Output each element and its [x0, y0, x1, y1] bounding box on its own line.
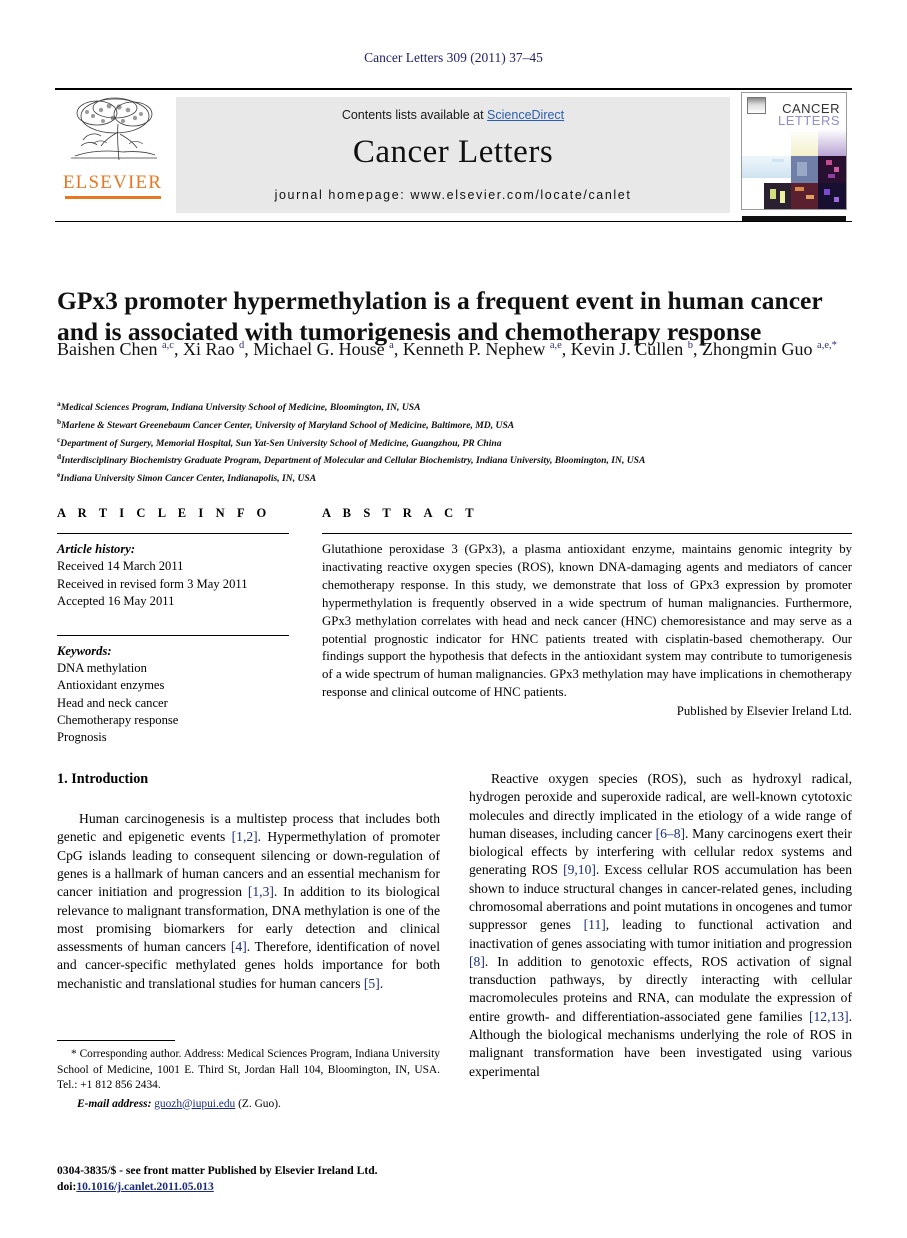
affiliation-item: bMarlene & Stewart Greenebaum Cancer Cen… [57, 416, 515, 431]
abstract-text: Glutathione peroxidase 3 (GPx3), a plasm… [322, 542, 852, 700]
abstract-rule [322, 533, 852, 534]
contents-available-line: Contents lists available at ScienceDirec… [176, 97, 730, 122]
author-list: Baishen Chen a,c, Xi Rao d, Michael G. H… [57, 339, 837, 359]
copyright-block: 0304-3835/$ - see front matter Published… [57, 1163, 487, 1195]
paper-page: Cancer Letters 309 (2011) 37–45 ELSEVIER… [0, 0, 907, 1238]
journal-masthead: ELSEVIER Contents lists available at Sci… [55, 88, 852, 222]
corresponding-text: Corresponding author. Address: Medical S… [57, 1048, 440, 1091]
affiliation-item: dInterdisciplinary Biochemistry Graduate… [57, 452, 646, 467]
email-note: E-mail address: guozh@iupui.edu (Z. Guo)… [57, 1097, 440, 1113]
body-column-left: 1. Introduction Human carcinogenesis is … [57, 770, 440, 993]
article-history-label: Article history: [57, 542, 136, 556]
abstract-heading: A B S T R A C T [322, 506, 479, 520]
affiliation-item: cDepartment of Surgery, Memorial Hospita… [57, 434, 502, 449]
citation-ref[interactable]: [11] [584, 917, 606, 932]
keywords-block: Keywords: DNA methylation Antioxidant enz… [57, 634, 289, 747]
article-history-item: Received 14 March 2011 [57, 559, 184, 574]
corresponding-mark: * [71, 1048, 77, 1060]
article-history-block: Article history: Received 14 March 2011 R… [57, 541, 289, 611]
elsevier-tree-icon [70, 97, 157, 161]
affiliation-mark: a [57, 399, 61, 408]
affiliation-item: eIndiana University Simon Cancer Center,… [57, 470, 317, 485]
citation-ref[interactable]: [1,3] [248, 884, 274, 899]
cover-image-grid [742, 129, 846, 210]
affiliation-mark: e [57, 470, 61, 480]
citation-ref[interactable]: [6–8] [656, 826, 685, 841]
citation-ref[interactable]: [8] [469, 954, 485, 969]
keyword-item: Antioxidant enzymes [57, 678, 165, 693]
cover-title-letters: LETTERS [777, 113, 840, 128]
email-link[interactable]: guozh@iupui.edu [154, 1098, 235, 1110]
article-history-items: Received 14 March 2011 Received in revise… [57, 558, 289, 610]
keyword-item: DNA methylation [57, 660, 147, 675]
keyword-item: Prognosis [57, 730, 107, 745]
cover-badge-icon [747, 97, 766, 114]
footnote-rule [57, 1040, 175, 1041]
journal-title: Cancer Letters [352, 134, 554, 170]
article-info-heading: A R T I C L E I N F O [57, 506, 271, 520]
elsevier-logo: ELSEVIER [55, 90, 170, 221]
footnote-block: * Corresponding author. Address: Medical… [57, 1040, 440, 1112]
citation-ref[interactable]: [9,10] [563, 862, 596, 877]
masthead-center-panel: Contents lists available at ScienceDirec… [176, 97, 730, 213]
body-column-right: Reactive oxygen species (ROS), such as h… [469, 770, 852, 1081]
email-suffix: (Z. Guo). [238, 1097, 281, 1110]
affiliation-mark: d [57, 452, 62, 462]
affiliation-mark: c [57, 434, 61, 444]
keyword-item: Head and neck cancer [57, 695, 168, 710]
journal-homepage-line[interactable]: journal homepage: www.elsevier.com/locat… [176, 188, 730, 202]
email-label: E-mail address: [77, 1097, 152, 1110]
intro-paragraph-right: Reactive oxygen species (ROS), such as h… [469, 771, 852, 1079]
keyword-item: Chemotherapy response [57, 713, 179, 727]
affiliation-list: aMedical Sciences Program, Indiana Unive… [57, 398, 852, 487]
cover-bottom-rule [742, 216, 846, 221]
elsevier-rule [64, 196, 161, 199]
doi-label: doi: [57, 1179, 77, 1193]
affiliation-item: aMedical Sciences Program, Indiana Unive… [57, 399, 421, 414]
keywords-rule [57, 634, 289, 636]
intro-paragraph-left: Human carcinogenesis is a multistep proc… [57, 811, 440, 991]
issn-front-matter: 0304-3835/$ - see front matter Published… [57, 1164, 378, 1177]
abstract-column: A B S T R A C T Glutathione peroxidase 3… [322, 506, 852, 719]
abstract-publisher-line: Published by Elsevier Ireland Ltd. [676, 704, 852, 719]
journal-cover-thumbnail: CANCER LETTERS [736, 90, 852, 221]
article-history-item: Accepted 16 May 2011 [57, 594, 175, 609]
running-head: Cancer Letters 309 (2011) 37–45 [364, 50, 543, 65]
citation-ref[interactable]: [5] [364, 976, 380, 991]
affiliation-mark: b [57, 416, 62, 426]
citation-ref[interactable]: [12,13] [809, 1009, 849, 1024]
citation-ref[interactable]: [4] [231, 939, 247, 954]
corresponding-author-note: * Corresponding author. Address: Medical… [57, 1047, 440, 1094]
doi-link[interactable]: 10.1016/j.canlet.2011.05.013 [76, 1180, 214, 1193]
keywords-label: Keywords: [57, 643, 112, 658]
article-info-rule [57, 533, 289, 534]
keywords-items: DNA methylation Antioxidant enzymes Head a… [57, 660, 289, 747]
doi-line: doi:10.1016/j.canlet.2011.05.013 [57, 1179, 487, 1195]
citation-ref[interactable]: [1,2] [232, 829, 258, 844]
cover-image: CANCER LETTERS [741, 92, 847, 211]
contents-prefix: Contents lists available at [341, 108, 488, 122]
elsevier-wordmark: ELSEVIER [62, 172, 163, 193]
article-info-column: A R T I C L E I N F O Article history: R… [57, 506, 289, 747]
section-heading-introduction: 1. Introduction [57, 771, 149, 787]
article-history-item: Received in revised form 3 May 2011 [57, 576, 248, 591]
sciencedirect-link[interactable]: ScienceDirect [487, 108, 564, 122]
